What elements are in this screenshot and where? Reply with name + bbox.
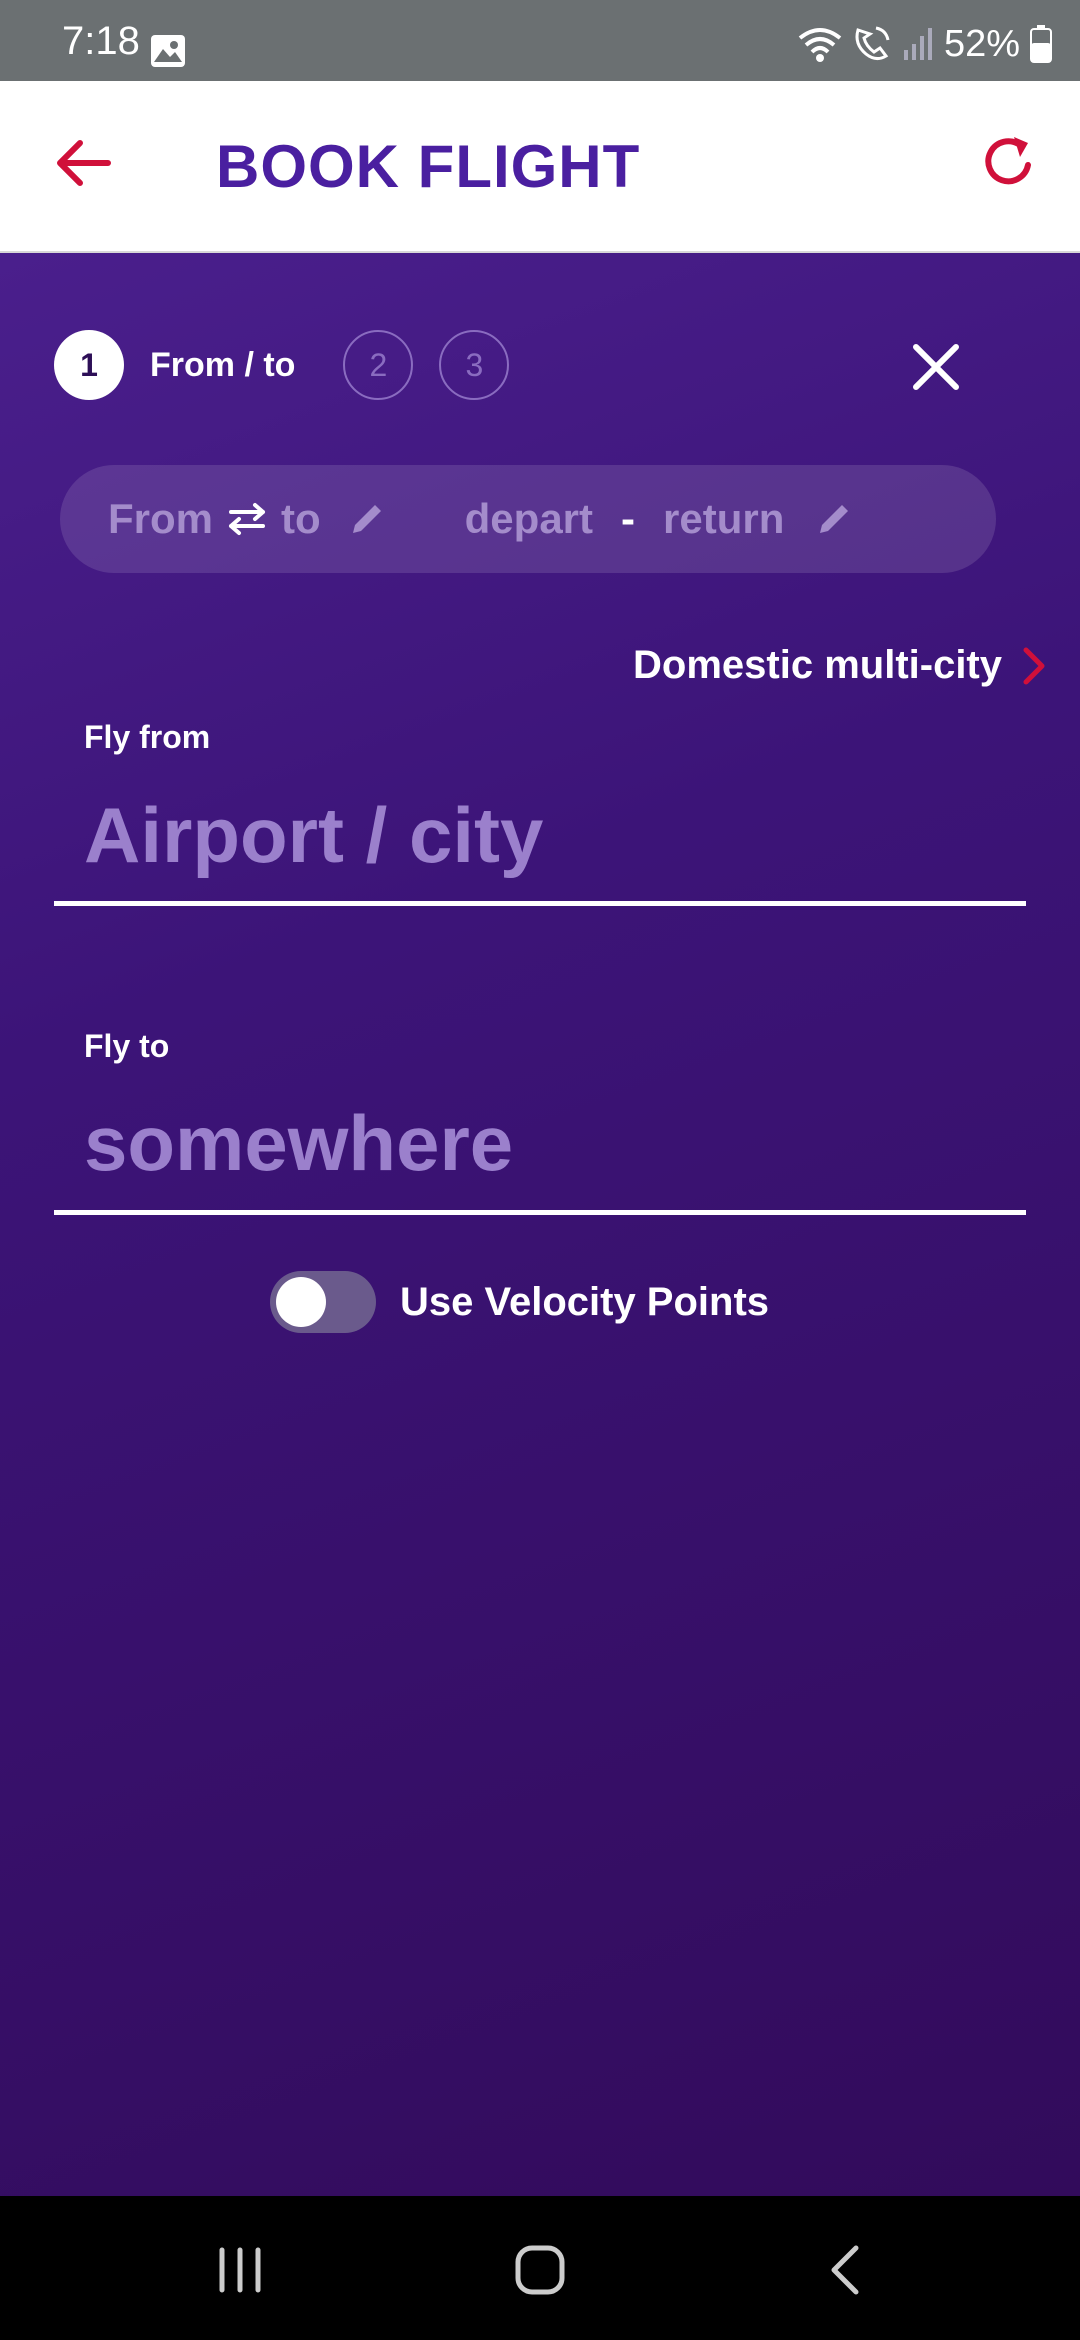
chevron-right-icon (1023, 647, 1045, 684)
refresh-icon[interactable] (976, 131, 1040, 195)
velocity-points-toggle-row: Use Velocity Points (270, 1271, 769, 1333)
battery-icon (1030, 25, 1052, 63)
signal-icon (903, 28, 932, 60)
step-1-indicator[interactable]: 1 (54, 330, 124, 400)
fly-from-underline (54, 901, 1026, 906)
status-icons: 52% (798, 22, 1052, 66)
toggle-knob (276, 1277, 326, 1327)
fly-from-input[interactable] (84, 785, 1024, 885)
fly-from-label: Fly from (84, 719, 211, 755)
back-nav-icon[interactable] (816, 2240, 876, 2300)
wifi-calling-icon (855, 26, 890, 61)
back-arrow-icon[interactable] (52, 131, 116, 195)
edit-dates-icon[interactable] (814, 499, 854, 539)
page-title: BOOK FLIGHT (216, 133, 641, 200)
status-time: 7:18 (62, 19, 140, 63)
system-nav-bar (0, 2196, 1080, 2340)
app-header: BOOK FLIGHT (0, 81, 1080, 253)
summary-from: From (108, 495, 213, 542)
edit-route-icon[interactable] (347, 499, 387, 539)
trip-summary-pill[interactable]: From to depart - return (60, 465, 996, 573)
domestic-multicity-link[interactable]: Domestic multi-city (633, 643, 1046, 688)
recent-apps-icon[interactable] (210, 2240, 270, 2300)
fly-to-label: Fly to (84, 1028, 170, 1064)
home-icon[interactable] (510, 2240, 570, 2300)
stepper: 1 From / to 2 3 (54, 329, 510, 401)
fly-to-input[interactable] (84, 1093, 1024, 1193)
summary-depart: depart (464, 495, 594, 542)
velocity-points-label: Use Velocity Points (400, 1279, 770, 1324)
summary-dash: - (621, 495, 636, 542)
step-1-label: From / to (150, 345, 296, 384)
battery-text: 52% (943, 23, 1020, 65)
summary-return: return (663, 495, 785, 542)
status-bar: 7:18 52% (0, 0, 1080, 81)
wifi-icon (798, 28, 842, 62)
fly-to-underline (54, 1210, 1026, 1215)
gallery-icon (151, 35, 185, 67)
swap-arrows-icon (229, 503, 265, 535)
close-icon[interactable] (906, 337, 966, 397)
booking-form: 1 From / to 2 3 From to depart - return … (0, 253, 1080, 2196)
step-3-indicator[interactable]: 3 (439, 330, 510, 400)
multicity-label: Domestic multi-city (633, 643, 1002, 687)
summary-to: to (281, 495, 321, 542)
step-2-indicator[interactable]: 2 (343, 330, 414, 400)
velocity-points-toggle[interactable] (270, 1271, 376, 1333)
